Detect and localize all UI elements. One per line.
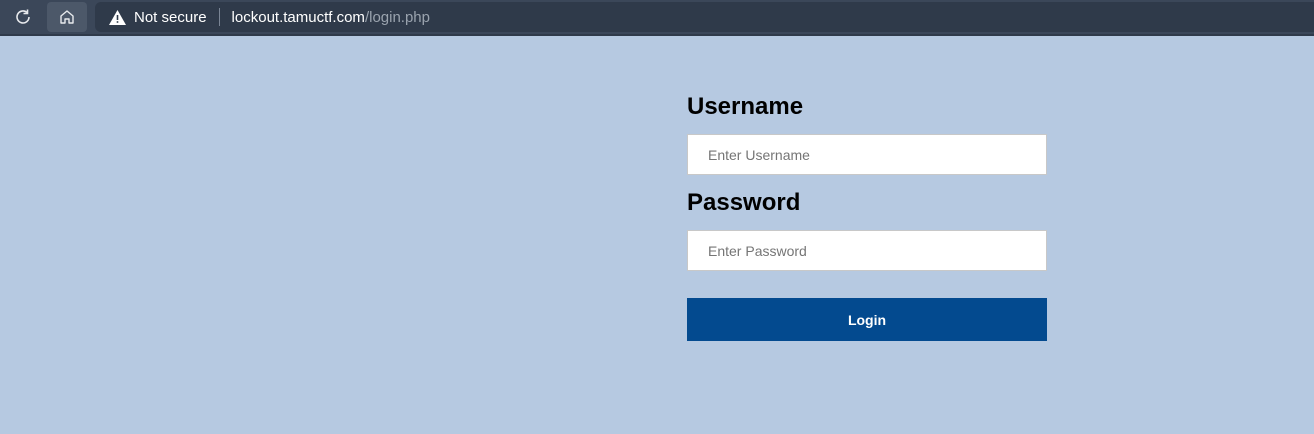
username-label: Username <box>687 93 804 120</box>
home-icon <box>60 10 74 24</box>
reload-icon <box>16 9 30 24</box>
warning-icon[interactable] <box>109 9 126 25</box>
divider <box>218 8 220 26</box>
password-input[interactable] <box>687 230 1047 271</box>
url-path: /login.php <box>364 8 430 26</box>
reload-button[interactable] <box>3 2 43 32</box>
security-label[interactable]: Not secure <box>134 9 207 26</box>
url-host: lockout.tamuctf.com <box>231 8 365 26</box>
password-label: Password <box>687 189 801 216</box>
browser-toolbar: Not secure lockout.tamuctf.com/login.php <box>0 0 1314 36</box>
address-bar[interactable]: Not secure lockout.tamuctf.com/login.php <box>95 2 1314 32</box>
home-button[interactable] <box>47 2 87 32</box>
login-button[interactable]: Login <box>687 298 1047 341</box>
username-input[interactable] <box>687 134 1047 175</box>
